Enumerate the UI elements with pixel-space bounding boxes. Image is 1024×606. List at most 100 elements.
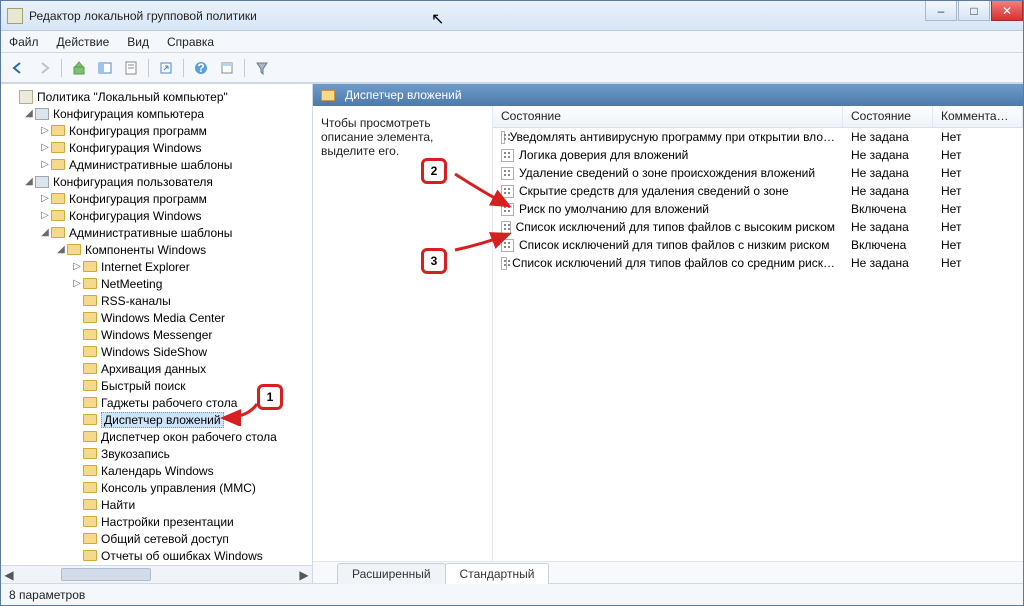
list-header[interactable]: Состояние Состояние Коммента… [493, 106, 1023, 128]
tree-label: RSS-каналы [101, 294, 171, 308]
tree-component-item[interactable]: Windows SideShow [7, 343, 312, 360]
help-button[interactable]: ? [190, 57, 212, 79]
scroll-thumb[interactable] [61, 568, 151, 581]
tree-label: Конфигурация Windows [69, 209, 202, 223]
tree-component-item[interactable]: Windows Messenger [7, 326, 312, 343]
tree-root[interactable]: Политика "Локальный компьютер" [7, 88, 312, 105]
setting-state: Не задана [843, 129, 933, 145]
column-name[interactable]: Состояние [493, 106, 843, 127]
export-button[interactable] [155, 57, 177, 79]
setting-row[interactable]: Удаление сведений о зоне происхождения в… [493, 164, 1023, 182]
menu-help[interactable]: Справка [167, 35, 214, 49]
titlebar[interactable]: Редактор локальной групповой политики ↖ … [1, 1, 1023, 31]
folder-icon [83, 346, 97, 357]
tree-label: Архивация данных [101, 362, 206, 376]
setting-row[interactable]: Логика доверия для вложенийНе заданаНет [493, 146, 1023, 164]
tree-windows-components[interactable]: ◢Компоненты Windows [7, 241, 312, 258]
toolbar-separator [183, 59, 184, 77]
policy-tree[interactable]: Политика "Локальный компьютер"◢Конфигура… [1, 84, 312, 565]
minimize-button[interactable]: ‒ [925, 1, 957, 21]
tree-toggle-icon[interactable]: ◢ [23, 108, 35, 119]
tree-component-item[interactable]: Общий сетевой доступ [7, 530, 312, 547]
tree-toggle-icon[interactable]: ▷ [39, 193, 51, 204]
up-button[interactable] [68, 57, 90, 79]
column-state[interactable]: Состояние [843, 106, 933, 127]
setting-row[interactable]: Уведомлять антивирусную программу при от… [493, 128, 1023, 146]
tree-toggle-icon[interactable]: ▷ [39, 159, 51, 170]
tree-component-item[interactable]: RSS-каналы [7, 292, 312, 309]
tree-component-item[interactable]: Календарь Windows [7, 462, 312, 479]
setting-name-cell: Список исключений для типов файлов с выс… [493, 219, 843, 235]
folder-icon [83, 448, 97, 459]
tree-toggle-icon[interactable]: ▷ [39, 210, 51, 221]
setting-state: Не задана [843, 255, 933, 271]
tree-toggle-icon[interactable]: ▷ [39, 142, 51, 153]
templates-button[interactable] [216, 57, 238, 79]
menu-file[interactable]: Файл [9, 35, 39, 49]
tree-component-item[interactable]: Windows Media Center [7, 309, 312, 326]
tree-item[interactable]: ▷Административные шаблоны [7, 156, 312, 173]
folder-icon [83, 363, 97, 374]
tree-user-config[interactable]: ◢ Конфигурация пользователя [7, 173, 312, 190]
menu-view[interactable]: Вид [127, 35, 149, 49]
toolbar-separator [148, 59, 149, 77]
folder-icon [83, 329, 97, 340]
back-button[interactable] [7, 57, 29, 79]
root-icon [19, 90, 33, 104]
tree-component-item[interactable]: Консоль управления (MMC) [7, 479, 312, 496]
setting-name-cell: Риск по умолчанию для вложений [493, 201, 843, 217]
setting-comment: Нет [933, 237, 1023, 253]
close-button[interactable]: ✕ [991, 1, 1023, 21]
folder-icon [51, 210, 65, 221]
setting-row[interactable]: Список исключений для типов файлов с низ… [493, 236, 1023, 254]
tree-toggle-icon[interactable]: ▷ [71, 278, 83, 289]
tree-component-item[interactable]: ▷NetMeeting [7, 275, 312, 292]
tree-computer-config[interactable]: ◢Конфигурация компьютера [7, 105, 312, 122]
tree-item[interactable]: ▷Конфигурация программ [7, 122, 312, 139]
properties-button[interactable] [120, 57, 142, 79]
setting-comment: Нет [933, 219, 1023, 235]
tree-toggle-icon[interactable]: ▷ [39, 125, 51, 136]
tree-component-item[interactable]: Диспетчер окон рабочего стола [7, 428, 312, 445]
tree-item[interactable]: ▷Конфигурация программ [7, 190, 312, 207]
arrow-2 [453, 172, 513, 212]
tab-extended[interactable]: Расширенный [337, 563, 446, 584]
tree-label: Найти [101, 498, 135, 512]
menu-action[interactable]: Действие [57, 35, 110, 49]
tree-component-item[interactable]: Диспетчер вложений [7, 411, 312, 428]
description-text: Чтобы просмотреть описание элемента, выд… [321, 116, 433, 158]
setting-row[interactable]: Список исключений для типов файлов со ср… [493, 254, 1023, 272]
scroll-right-icon[interactable]: ▶ [296, 568, 312, 582]
tree-toggle-icon[interactable]: ▷ [71, 261, 83, 272]
tree-label: Конфигурация пользователя [53, 175, 213, 189]
tree-item[interactable]: ▷ Конфигурация Windows [7, 207, 312, 224]
maximize-button[interactable]: □ [958, 1, 990, 21]
column-comment[interactable]: Коммента… [933, 106, 1023, 127]
forward-button[interactable] [33, 57, 55, 79]
tree-item[interactable]: ▷ Конфигурация Windows [7, 139, 312, 156]
show-hide-button[interactable] [94, 57, 116, 79]
folder-icon [83, 516, 97, 527]
folder-icon [83, 278, 97, 289]
tree-label: Диспетчер вложений [101, 412, 224, 428]
tree-component-item[interactable]: Архивация данных [7, 360, 312, 377]
tree-label: Конфигурация Windows [69, 141, 202, 155]
tree-component-item[interactable]: Настройки презентации [7, 513, 312, 530]
horizontal-scrollbar[interactable]: ◀ ▶ [1, 565, 312, 583]
filter-button[interactable] [251, 57, 273, 79]
setting-row[interactable]: Риск по умолчанию для вложенийВключенаНе… [493, 200, 1023, 218]
folder-icon [321, 90, 335, 101]
tree-component-item[interactable]: Отчеты об ошибках Windows [7, 547, 312, 564]
scroll-left-icon[interactable]: ◀ [1, 568, 17, 582]
window-title: Редактор локальной групповой политики [29, 9, 257, 23]
tree-toggle-icon[interactable]: ◢ [39, 227, 51, 238]
tree-component-item[interactable]: ▷Internet Explorer [7, 258, 312, 275]
tree-component-item[interactable]: Найти [7, 496, 312, 513]
tree-toggle-icon[interactable]: ◢ [55, 244, 67, 255]
setting-row[interactable]: Скрытие средств для удаления сведений о … [493, 182, 1023, 200]
tree-component-item[interactable]: Звукозапись [7, 445, 312, 462]
tree-admin-templates[interactable]: ◢Административные шаблоны [7, 224, 312, 241]
tab-standard[interactable]: Стандартный [445, 563, 550, 584]
tree-toggle-icon[interactable]: ◢ [23, 176, 35, 187]
setting-row[interactable]: Список исключений для типов файлов с выс… [493, 218, 1023, 236]
